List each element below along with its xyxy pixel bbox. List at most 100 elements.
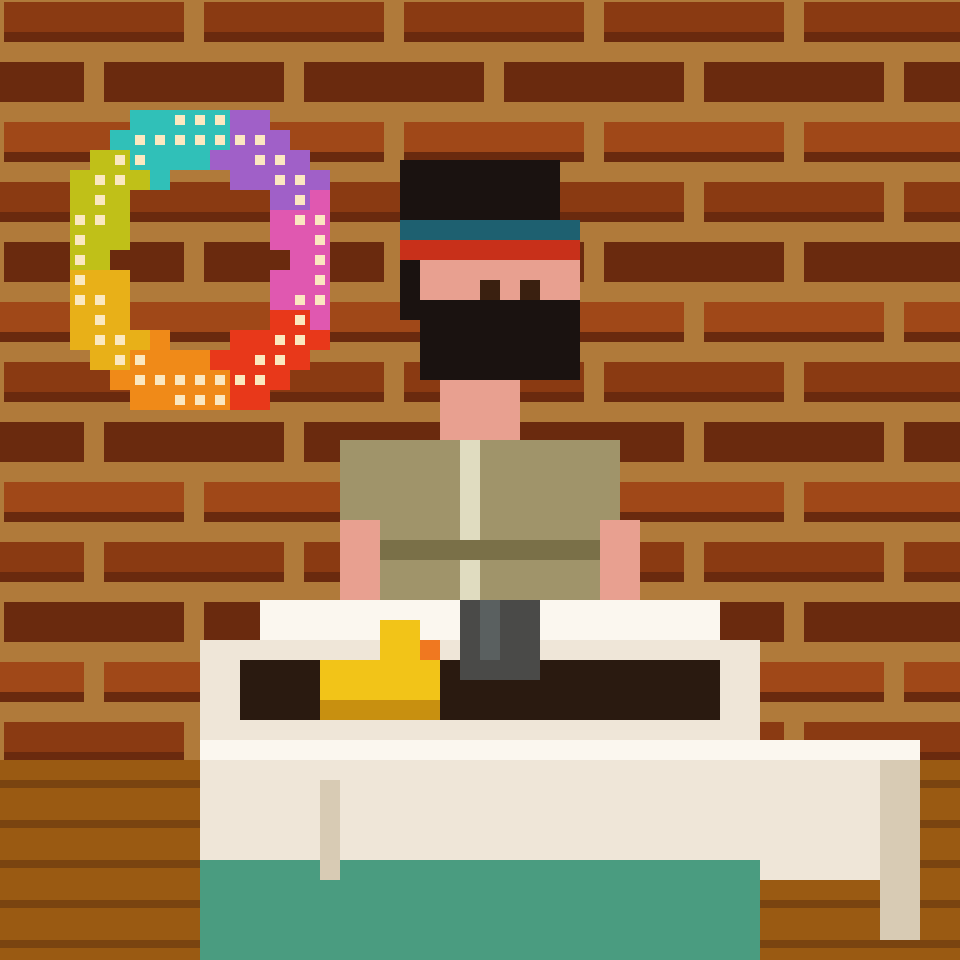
ring-pixel — [270, 310, 290, 330]
ring-shine — [195, 115, 205, 125]
ring-pixel — [110, 270, 130, 290]
ring-pixel — [290, 350, 310, 370]
ring-pixel — [270, 230, 290, 250]
tub-shadow-line — [320, 780, 340, 880]
ring-pixel — [130, 110, 150, 130]
ring-shine — [135, 355, 145, 365]
brick-shadow — [904, 212, 960, 222]
ring-pixel — [150, 110, 170, 130]
ring-shine — [295, 315, 305, 325]
brick-shadow — [304, 92, 484, 102]
ring-pixel — [310, 170, 330, 190]
ring-shine — [255, 375, 265, 385]
ring-shine — [295, 215, 305, 225]
ring-shine — [255, 355, 265, 365]
ring-pixel — [290, 150, 310, 170]
ring-shine — [135, 375, 145, 385]
brick-shadow — [704, 452, 884, 462]
ring-shine — [75, 255, 85, 265]
ring-pixel — [130, 390, 150, 410]
duck-shadow — [320, 700, 440, 720]
ring-pixel — [230, 170, 250, 190]
ring-shine — [195, 375, 205, 385]
ring-pixel — [270, 270, 290, 290]
brick-shadow — [4, 512, 184, 522]
ring-pixel — [130, 170, 150, 190]
ring-pixel — [130, 330, 150, 350]
ring-shine — [175, 135, 185, 145]
duck-beak — [420, 640, 440, 660]
ring-shine — [115, 335, 125, 345]
ring-shine — [95, 195, 105, 205]
ring-shine — [255, 135, 265, 145]
ring-shine — [135, 135, 145, 145]
brick-shadow — [804, 152, 960, 162]
ring-shine — [295, 175, 305, 185]
neck — [440, 380, 520, 440]
ring-pixel — [110, 310, 130, 330]
ring-shine — [315, 295, 325, 305]
ring-shine — [95, 315, 105, 325]
brick-shadow — [404, 32, 584, 42]
hair — [400, 160, 560, 220]
ring-shine — [155, 135, 165, 145]
ring-pixel — [110, 210, 130, 230]
ring-pixel — [70, 170, 90, 190]
ring-shine — [315, 215, 325, 225]
ring-pixel — [270, 210, 290, 230]
brick-shadow — [4, 32, 184, 42]
brick-shadow — [904, 572, 960, 582]
brick-shadow — [604, 392, 784, 402]
game-scene — [0, 0, 960, 960]
ring-pixel — [90, 270, 110, 290]
brick-shadow — [704, 332, 884, 342]
ring-pixel — [90, 150, 110, 170]
ring-pixel — [90, 250, 110, 270]
brick-shadow — [4, 632, 184, 642]
ring-shine — [115, 355, 125, 365]
brick-shadow — [904, 692, 960, 702]
brick-shadow — [804, 632, 960, 642]
brick-shadow — [904, 452, 960, 462]
ring-pixel — [150, 390, 170, 410]
ring-shine — [175, 375, 185, 385]
ring-pixel — [70, 310, 90, 330]
shirt-placket — [460, 440, 480, 620]
brick-shadow — [0, 692, 84, 702]
brick-shadow — [704, 572, 884, 582]
ring-shine — [155, 375, 165, 385]
ring-shine — [295, 295, 305, 305]
ring-pixel — [250, 110, 270, 130]
tub-body — [200, 740, 920, 880]
ring-pixel — [190, 150, 210, 170]
ring-pixel — [210, 350, 230, 370]
ring-pixel — [70, 190, 90, 210]
beard — [420, 300, 580, 380]
ring-shine — [75, 275, 85, 285]
brick-shadow — [0, 452, 84, 462]
shirt-fold — [340, 540, 620, 560]
brick-shadow — [804, 272, 960, 282]
ring-shine — [135, 155, 145, 165]
ring-pixel — [150, 330, 170, 350]
ring-pixel — [90, 230, 110, 250]
ring-shine — [115, 155, 125, 165]
ring-shine — [295, 335, 305, 345]
ring-shine — [315, 275, 325, 285]
brick-shadow — [904, 332, 960, 342]
ring-shine — [195, 395, 205, 405]
ring-shine — [95, 175, 105, 185]
ring-pixel — [310, 190, 330, 210]
ring-shine — [275, 155, 285, 165]
brick-shadow — [0, 92, 84, 102]
ring-shine — [195, 135, 205, 145]
tub-edge-light — [200, 740, 920, 760]
ring-pixel — [190, 350, 210, 370]
brick-shadow — [204, 32, 384, 42]
brick-shadow — [604, 272, 784, 282]
ring-shine — [215, 375, 225, 385]
ring-pixel — [150, 170, 170, 190]
ring-pixel — [110, 230, 130, 250]
brick-shadow — [504, 92, 684, 102]
ring-shine — [175, 395, 185, 405]
